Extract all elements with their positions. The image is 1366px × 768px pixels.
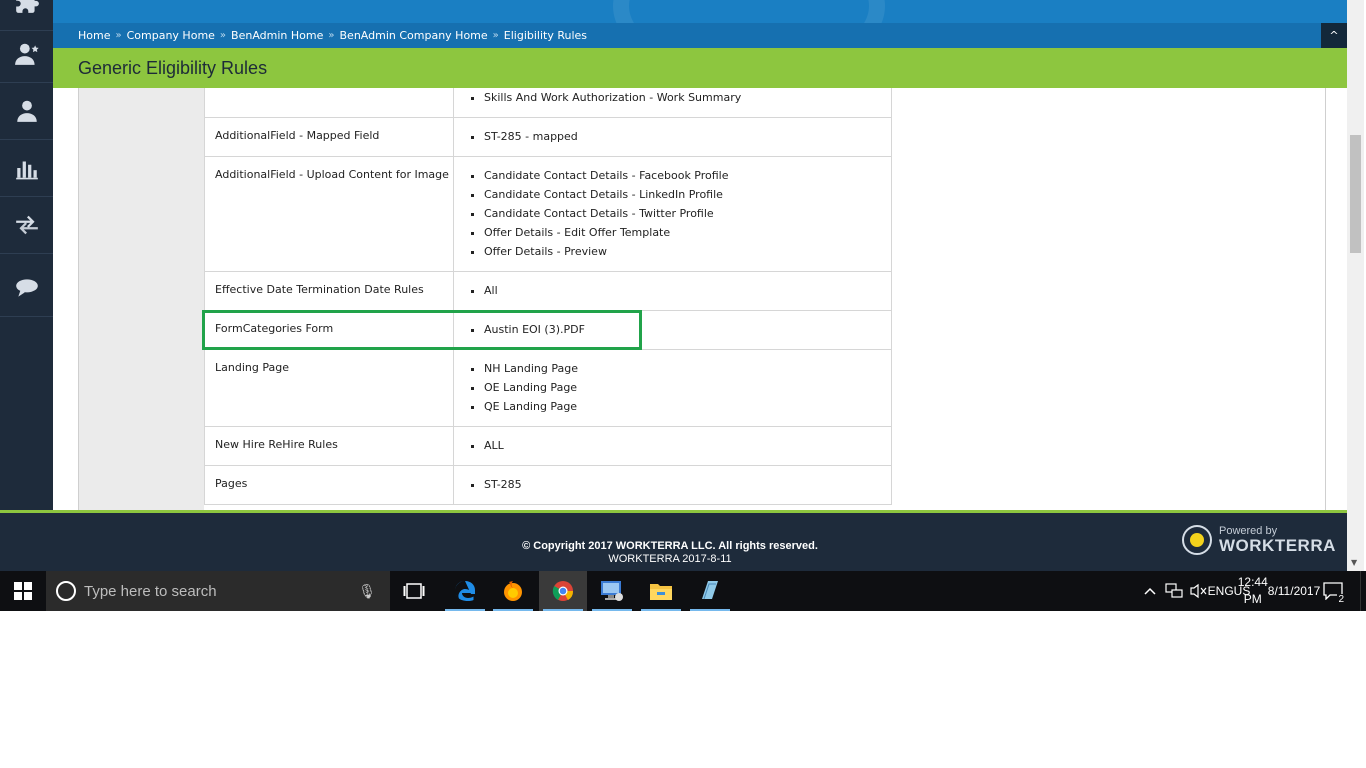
browser-viewport: Home » Company Home » BenAdmin Home » Be… <box>0 0 1366 611</box>
file-explorer-icon[interactable] <box>637 571 685 611</box>
rule-name <box>205 88 454 117</box>
page-title: Generic Eligibility Rules <box>78 58 268 78</box>
top-banner: Home » Company Home » BenAdmin Home » Be… <box>53 0 1347 48</box>
collapse-button[interactable]: ^ <box>1321 23 1347 48</box>
taskbar-search[interactable]: Type here to search 🎙 <box>46 571 390 611</box>
title-bar: Generic Eligibility Rules <box>53 48 1347 88</box>
scrollbar-thumb[interactable] <box>1350 135 1361 253</box>
chevron-up-icon: ^ <box>1329 29 1339 42</box>
firefox-icon[interactable] <box>489 571 537 611</box>
rule-name: Landing Page <box>205 350 454 426</box>
table-row: New Hire ReHire Rules ALL <box>205 427 891 466</box>
transfer-arrows-icon[interactable] <box>0 196 53 254</box>
chat-bubble-icon[interactable] <box>0 259 53 317</box>
table-row: Skills And Work Authorization - Work Sum… <box>205 88 891 118</box>
scroll-down-icon[interactable]: ▼ <box>1351 558 1357 567</box>
table-row: Effective Date Termination Date Rules Al… <box>205 272 891 311</box>
rules-table: Skills And Work Authorization - Work Sum… <box>204 88 892 505</box>
network-icon[interactable] <box>1163 571 1185 611</box>
rule-name: New Hire ReHire Rules <box>205 427 454 465</box>
task-view-icon[interactable] <box>390 571 438 611</box>
breadcrumb-eligibility-rules[interactable]: Eligibility Rules <box>504 29 587 42</box>
copyright-text: © Copyright 2017 WORKTERRA LLC. All righ… <box>522 540 818 552</box>
rule-value: Candidate Contact Details - Facebook Pro… <box>484 166 891 185</box>
highlight-box <box>202 310 642 350</box>
rule-value: ST-285 <box>484 475 891 494</box>
show-hidden-icons-icon[interactable] <box>1140 571 1160 611</box>
rule-value: ST-285 - mapped <box>484 127 891 146</box>
notification-count-badge: 2 <box>1337 594 1345 605</box>
rule-name: Pages <box>205 466 454 504</box>
footer: © Copyright 2017 WORKTERRA LLC. All righ… <box>0 513 1347 571</box>
content-area: Skills And Work Authorization - Work Sum… <box>53 88 1347 510</box>
breadcrumb-benadmin-home[interactable]: BenAdmin Home <box>231 29 323 42</box>
rule-value: Candidate Contact Details - Twitter Prof… <box>484 204 891 223</box>
user-star-icon[interactable] <box>0 25 53 83</box>
breadcrumb-company-home[interactable]: Company Home <box>127 29 215 42</box>
breadcrumb-home[interactable]: Home <box>78 29 110 42</box>
show-desktop-button[interactable] <box>1360 571 1366 611</box>
breadcrumb: Home » Company Home » BenAdmin Home » Be… <box>53 23 1347 48</box>
notifications-icon[interactable]: 2 <box>1318 571 1348 611</box>
rule-value: OE Landing Page <box>484 378 891 397</box>
breadcrumb-benadmin-company-home[interactable]: BenAdmin Company Home <box>340 29 488 42</box>
chrome-icon[interactable] <box>539 571 587 611</box>
edge-icon[interactable] <box>441 571 489 611</box>
powered-by-logo: Powered by WORKTERRA <box>1182 525 1336 555</box>
bar-chart-icon[interactable] <box>0 139 53 197</box>
rule-value: Candidate Contact Details - LinkedIn Pro… <box>484 185 891 204</box>
notepad-icon[interactable] <box>686 571 734 611</box>
version-text: WORKTERRA 2017-8-11 <box>608 553 732 565</box>
cortana-icon <box>56 581 76 601</box>
rule-value: All <box>484 281 891 300</box>
clock[interactable]: 12:44 PM 8/11/2017 <box>1238 571 1321 611</box>
table-row: Landing Page NH Landing Page OE Landing … <box>205 350 891 427</box>
rule-value: NH Landing Page <box>484 359 891 378</box>
rule-name: AdditionalField - Mapped Field <box>205 118 454 156</box>
rule-value: Offer Details - Preview <box>484 242 891 261</box>
volume-muted-icon[interactable] <box>1187 571 1209 611</box>
rule-name: Effective Date Termination Date Rules <box>205 272 454 310</box>
vertical-scrollbar[interactable]: ▼ <box>1347 0 1364 571</box>
microphone-icon[interactable]: 🎙 <box>358 583 376 600</box>
workterra-logo-icon <box>1182 525 1212 555</box>
left-panel <box>78 88 204 510</box>
user-icon[interactable] <box>0 82 53 140</box>
table-row: Pages ST-285 <box>205 466 891 505</box>
remote-desktop-icon[interactable] <box>588 571 636 611</box>
rule-name: AdditionalField - Upload Content for Ima… <box>205 157 454 271</box>
table-row: AdditionalField - Mapped Field ST-285 - … <box>205 118 891 157</box>
table-row: AdditionalField - Upload Content for Ima… <box>205 157 891 272</box>
rule-value: QE Landing Page <box>484 397 891 416</box>
taskbar: Type here to search 🎙 ENG US 12:44 PM 8/… <box>0 571 1366 611</box>
rule-value: ALL <box>484 436 891 455</box>
sidebar <box>0 0 54 510</box>
windows-start-icon[interactable] <box>0 571 46 611</box>
rule-value: Skills And Work Authorization - Work Sum… <box>484 88 891 107</box>
rule-value: Offer Details - Edit Offer Template <box>484 223 891 242</box>
search-input[interactable]: Type here to search <box>84 583 358 600</box>
